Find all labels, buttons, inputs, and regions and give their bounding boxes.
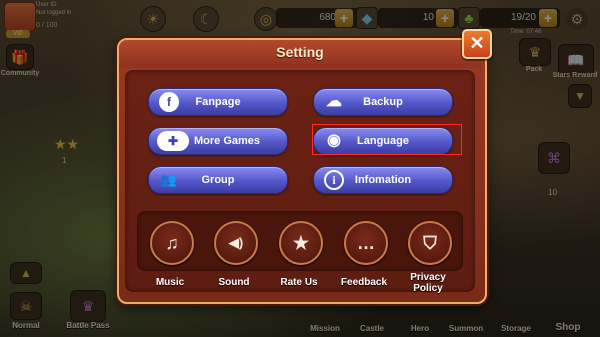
feedback-button[interactable]: …	[344, 221, 388, 265]
more-games-button[interactable]: ✚ More Games	[148, 127, 288, 155]
speaker-icon: ◀)	[228, 235, 244, 250]
close-button[interactable]: ✕	[462, 29, 492, 59]
language-highlight-box	[312, 124, 462, 155]
rate-us-button[interactable]: ★	[279, 221, 323, 265]
chat-bubble-icon: …	[357, 233, 375, 253]
music-label: Music	[155, 277, 185, 288]
music-button[interactable]: ♫	[150, 221, 194, 265]
backup-button[interactable]: ☁ Backup	[313, 88, 453, 116]
information-button[interactable]: i Infomation	[313, 166, 453, 194]
group-icon: 👥	[160, 172, 178, 187]
feedback-label: Feedback	[340, 277, 388, 288]
sound-label: Sound	[218, 277, 250, 288]
music-note-icon: ♫	[165, 233, 179, 253]
privacy-policy-label: Privacy Policy	[410, 272, 446, 294]
group-button[interactable]: 👥 Group	[148, 166, 288, 194]
gamepad-icon: ✚	[157, 131, 189, 151]
rate-us-label: Rate Us	[280, 277, 318, 288]
dialog-title: Setting	[276, 44, 324, 60]
facebook-icon: f	[159, 92, 179, 112]
privacy-policy-button[interactable]: ⛉	[408, 221, 452, 265]
star-icon: ★	[292, 233, 310, 253]
shield-document-icon: ⛉	[423, 233, 437, 253]
fanpage-button[interactable]: f Fanpage	[148, 88, 288, 116]
close-icon: ✕	[469, 33, 485, 53]
cloud-upload-icon: ☁	[326, 93, 342, 110]
info-icon: i	[324, 170, 344, 190]
sound-button[interactable]: ◀)	[214, 221, 258, 265]
